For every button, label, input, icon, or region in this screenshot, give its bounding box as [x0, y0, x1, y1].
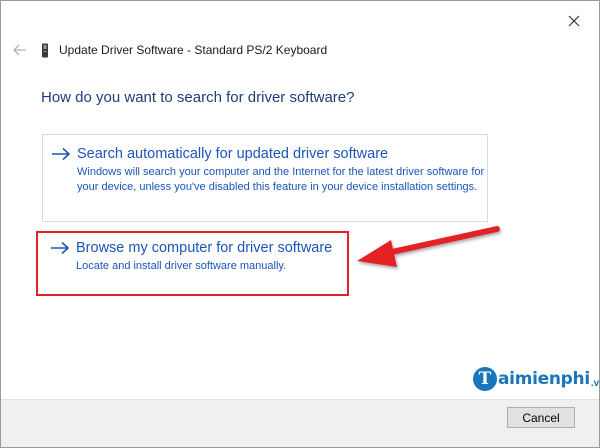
option-title: Search automatically for updated driver … [77, 146, 389, 162]
cancel-button[interactable]: Cancel [507, 407, 575, 428]
highlight-box [36, 231, 349, 296]
watermark-logo-letter: T [473, 367, 497, 391]
arrow-right-icon [51, 147, 71, 161]
back-button[interactable] [11, 41, 29, 59]
update-driver-dialog: Update Driver Software - Standard PS/2 K… [0, 0, 600, 448]
watermark-logo: T aimienphi .vn [473, 365, 600, 393]
back-arrow-icon [13, 44, 26, 56]
option-description: Windows will search your computer and th… [77, 166, 485, 193]
close-icon [568, 15, 580, 27]
window-title: Update Driver Software - Standard PS/2 K… [59, 43, 328, 57]
page-question: How do you want to search for driver sof… [41, 89, 355, 106]
title-row: Update Driver Software - Standard PS/2 K… [11, 39, 327, 61]
red-pointer-arrow-icon [357, 226, 500, 267]
watermark-suffix: .vn [590, 377, 600, 389]
close-button[interactable] [563, 10, 585, 32]
dialog-footer: Cancel [1, 399, 599, 447]
watermark-text: aimienphi [498, 369, 590, 389]
search-automatically-option[interactable]: Search automatically for updated driver … [42, 134, 488, 222]
keyboard-device-icon [41, 42, 51, 58]
